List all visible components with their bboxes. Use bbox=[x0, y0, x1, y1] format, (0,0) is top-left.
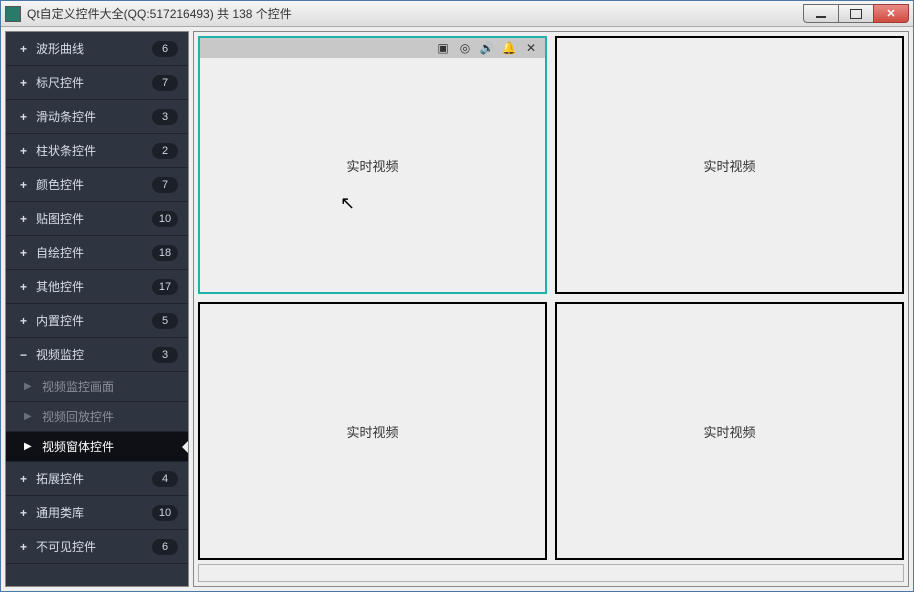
snapshot-icon[interactable]: ◎ bbox=[457, 40, 473, 56]
plus-icon: + bbox=[20, 178, 34, 192]
sidebar-sub-video-widget[interactable]: ▶ 视频窗体控件 bbox=[6, 432, 188, 462]
count-badge: 6 bbox=[152, 41, 178, 57]
chevron-right-icon: ▶ bbox=[24, 381, 32, 392]
status-bar bbox=[198, 564, 904, 582]
sidebar-label: 贴图控件 bbox=[36, 210, 152, 227]
sidebar-sub-video-playback[interactable]: ▶ 视频回放控件 bbox=[6, 402, 188, 432]
titlebar: Qt自定义控件大全(QQ:517216493) 共 138 个控件 bbox=[1, 1, 913, 27]
window-buttons bbox=[804, 4, 909, 23]
count-badge: 3 bbox=[152, 109, 178, 125]
plus-icon: + bbox=[20, 314, 34, 328]
count-badge: 4 bbox=[152, 471, 178, 487]
minus-icon: − bbox=[20, 348, 34, 362]
sidebar-label: 波形曲线 bbox=[36, 40, 152, 57]
count-badge: 10 bbox=[152, 211, 178, 227]
count-badge: 7 bbox=[152, 177, 178, 193]
sidebar-group-extend[interactable]: + 拓展控件 4 bbox=[6, 462, 188, 496]
plus-icon: + bbox=[20, 472, 34, 486]
sidebar-group-image[interactable]: + 贴图控件 10 bbox=[6, 202, 188, 236]
sidebar-group-color[interactable]: + 颜色控件 7 bbox=[6, 168, 188, 202]
sidebar-group-video[interactable]: − 视频监控 3 bbox=[6, 338, 188, 372]
sidebar-sub-label: 视频监控画面 bbox=[42, 378, 114, 395]
video-panel-label: 实时视频 bbox=[346, 422, 398, 441]
record-icon[interactable]: ▣ bbox=[435, 40, 451, 56]
sidebar-label: 内置控件 bbox=[36, 312, 152, 329]
count-badge: 10 bbox=[152, 505, 178, 521]
plus-icon: + bbox=[20, 110, 34, 124]
alarm-icon[interactable]: 🔔 bbox=[501, 40, 517, 56]
sidebar-label: 自绘控件 bbox=[36, 244, 152, 261]
main-area: + 波形曲线 6 + 标尺控件 7 + 滑动条控件 3 + 柱状条控件 2 + … bbox=[1, 27, 913, 591]
sidebar-label: 通用类库 bbox=[36, 504, 152, 521]
sidebar-sub-label: 视频窗体控件 bbox=[42, 438, 114, 455]
video-panel-2[interactable]: 实时视频 bbox=[555, 36, 904, 294]
sidebar-group-builtin[interactable]: + 内置控件 5 bbox=[6, 304, 188, 338]
maximize-button[interactable] bbox=[838, 4, 874, 23]
window-title: Qt自定义控件大全(QQ:517216493) 共 138 个控件 bbox=[27, 1, 804, 27]
sidebar-group-slider[interactable]: + 滑动条控件 3 bbox=[6, 100, 188, 134]
video-panel-3[interactable]: 实时视频 bbox=[198, 302, 547, 560]
plus-icon: + bbox=[20, 280, 34, 294]
count-badge: 6 bbox=[152, 539, 178, 555]
sidebar[interactable]: + 波形曲线 6 + 标尺控件 7 + 滑动条控件 3 + 柱状条控件 2 + … bbox=[5, 31, 189, 587]
app-icon bbox=[5, 6, 21, 22]
count-badge: 18 bbox=[152, 245, 178, 261]
count-badge: 2 bbox=[152, 143, 178, 159]
video-panel-label: 实时视频 bbox=[703, 156, 755, 175]
sidebar-label: 柱状条控件 bbox=[36, 142, 152, 159]
chevron-right-icon: ▶ bbox=[24, 411, 32, 422]
plus-icon: + bbox=[20, 212, 34, 226]
count-badge: 7 bbox=[152, 75, 178, 91]
sidebar-label: 拓展控件 bbox=[36, 470, 152, 487]
plus-icon: + bbox=[20, 540, 34, 554]
sidebar-label: 不可见控件 bbox=[36, 538, 152, 555]
sidebar-label: 滑动条控件 bbox=[36, 108, 152, 125]
sidebar-label: 视频监控 bbox=[36, 346, 152, 363]
plus-icon: + bbox=[20, 506, 34, 520]
video-panel-label: 实时视频 bbox=[703, 422, 755, 441]
count-badge: 17 bbox=[152, 279, 178, 295]
video-panel-1[interactable]: ▣ ◎ 🔊 🔔 ✕ 实时视频 ↖ bbox=[198, 36, 547, 294]
minimize-button[interactable] bbox=[803, 4, 839, 23]
sidebar-group-bar[interactable]: + 柱状条控件 2 bbox=[6, 134, 188, 168]
sidebar-group-waveform[interactable]: + 波形曲线 6 bbox=[6, 32, 188, 66]
close-icon[interactable]: ✕ bbox=[523, 40, 539, 56]
sidebar-group-other[interactable]: + 其他控件 17 bbox=[6, 270, 188, 304]
sidebar-label: 其他控件 bbox=[36, 278, 152, 295]
plus-icon: + bbox=[20, 76, 34, 90]
video-grid: ▣ ◎ 🔊 🔔 ✕ 实时视频 ↖ 实时视频 实时视频 实时视频 bbox=[198, 36, 904, 560]
sidebar-label: 颜色控件 bbox=[36, 176, 152, 193]
count-badge: 5 bbox=[152, 313, 178, 329]
mouse-cursor-icon: ↖ bbox=[340, 193, 355, 214]
sidebar-label: 标尺控件 bbox=[36, 74, 152, 91]
chevron-right-icon: ▶ bbox=[24, 441, 32, 452]
sidebar-sub-label: 视频回放控件 bbox=[42, 408, 114, 425]
video-panel-label: 实时视频 bbox=[346, 156, 398, 175]
plus-icon: + bbox=[20, 246, 34, 260]
sidebar-group-draw[interactable]: + 自绘控件 18 bbox=[6, 236, 188, 270]
count-badge: 3 bbox=[152, 347, 178, 363]
sidebar-group-common[interactable]: + 通用类库 10 bbox=[6, 496, 188, 530]
close-button[interactable] bbox=[873, 4, 909, 23]
video-panel-4[interactable]: 实时视频 bbox=[555, 302, 904, 560]
content-area: ▣ ◎ 🔊 🔔 ✕ 实时视频 ↖ 实时视频 实时视频 实时视频 bbox=[193, 31, 909, 587]
sidebar-sub-video-monitor[interactable]: ▶ 视频监控画面 bbox=[6, 372, 188, 402]
audio-icon[interactable]: 🔊 bbox=[479, 40, 495, 56]
video-toolbar: ▣ ◎ 🔊 🔔 ✕ bbox=[200, 38, 545, 58]
plus-icon: + bbox=[20, 144, 34, 158]
sidebar-group-ruler[interactable]: + 标尺控件 7 bbox=[6, 66, 188, 100]
sidebar-group-invisible[interactable]: + 不可见控件 6 bbox=[6, 530, 188, 564]
plus-icon: + bbox=[20, 42, 34, 56]
